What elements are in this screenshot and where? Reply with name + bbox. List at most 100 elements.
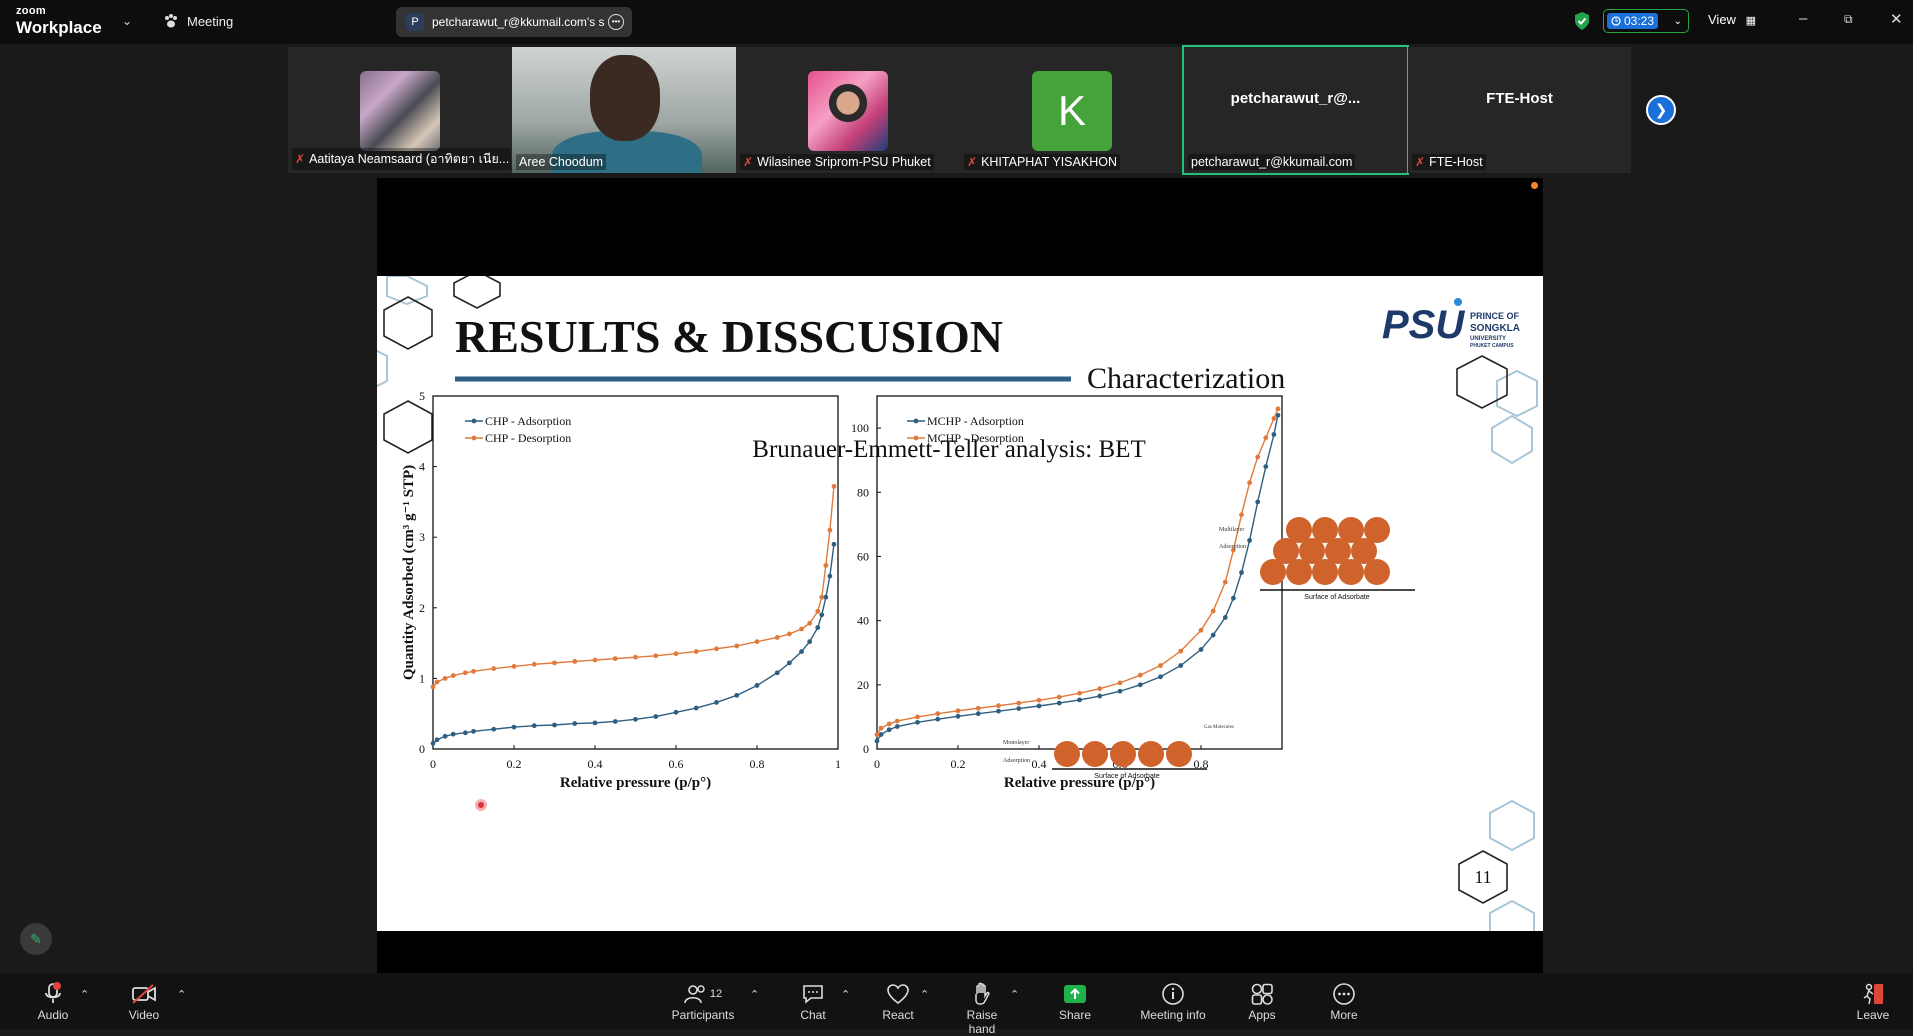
more-options-icon[interactable]: ••• (608, 14, 624, 30)
data-point (430, 684, 436, 690)
data-point (552, 722, 557, 728)
react-options-caret-icon[interactable]: ⌃ (920, 988, 929, 1001)
video-options-caret-icon[interactable]: ⌃ (177, 988, 186, 1001)
chat-button[interactable]: Chat (795, 982, 831, 1022)
legend-swatch-marker (913, 435, 919, 441)
chat-options-caret-icon[interactable]: ⌃ (841, 988, 850, 1001)
data-point (815, 608, 821, 614)
psu-logo-line3: UNIVERSITY (1470, 336, 1506, 342)
participant-tile[interactable]: ✗ Aatitaya Neamsaard (อาทิตยา เนีย... (288, 47, 511, 173)
data-point (1231, 595, 1236, 601)
page-number-badge: 11 (1458, 850, 1508, 904)
chevron-down-icon[interactable]: ⌄ (1674, 16, 1682, 27)
meeting-timer[interactable]: 03:23 ⌄ (1603, 9, 1689, 33)
participant-tile[interactable]: FTE-Host ✗ FTE-Host (1408, 47, 1631, 173)
data-point (1016, 706, 1022, 711)
zoom-workplace-logo[interactable]: zoom Workplace (16, 6, 102, 37)
participant-tile[interactable]: ✗ Wilasinee Sriprom-PSU Phuket (736, 47, 959, 173)
audio-options-caret-icon[interactable]: ⌃ (80, 988, 89, 1001)
participants-button[interactable]: 12 Participants (668, 982, 738, 1022)
share-screen-icon (1064, 985, 1086, 1003)
raise-hand-options-caret-icon[interactable]: ⌃ (1010, 988, 1019, 1001)
data-point (633, 654, 638, 660)
participant-tile-active-speaker[interactable]: petcharawut_r@... petcharawut_r@kkumail.… (1182, 45, 1409, 175)
participant-name: FTE-Host (1429, 155, 1483, 169)
view-menu[interactable]: View ▦ (1708, 12, 1756, 27)
inset-monolayer-label2: Adsorption (1003, 758, 1030, 764)
data-point (1117, 688, 1123, 694)
data-point (1263, 464, 1269, 469)
page-number: 11 (1474, 867, 1491, 887)
inset-multilayer-surface: Surface of Adsorbate (1304, 594, 1369, 601)
apps-button[interactable]: Apps (1247, 982, 1277, 1022)
sharer-label: petcharawut_r@kkumail.com's s (432, 15, 605, 29)
shared-slide: RESULTS & DISSCUSION Characterization Br… (377, 276, 1543, 931)
react-button[interactable]: React (878, 982, 918, 1022)
data-point (572, 721, 578, 726)
mic-muted-icon: ✗ (295, 152, 306, 166)
leave-label: Leave (1856, 1008, 1890, 1022)
data-point (714, 700, 719, 705)
participants-options-caret-icon[interactable]: ⌃ (750, 988, 759, 1001)
mic-muted-icon: ✗ (967, 155, 978, 169)
y-tick-label: 2 (419, 601, 425, 615)
restore-icon[interactable]: ⧉ (1844, 12, 1853, 27)
participant-name-label: ✗ Aatitaya Neamsaard (อาทิตยา เนีย... (292, 148, 511, 170)
data-point (1247, 480, 1252, 486)
molecule-circle (1286, 517, 1312, 543)
data-point (463, 730, 468, 736)
audio-button[interactable]: Audio (33, 982, 73, 1022)
participants-count: 12 (709, 988, 723, 1000)
leave-button[interactable]: Leave (1856, 982, 1890, 1022)
data-point (1271, 432, 1277, 437)
data-point (450, 673, 456, 678)
shield-check-icon[interactable] (1573, 11, 1591, 31)
data-point (592, 720, 598, 726)
video-off-icon (132, 984, 156, 1004)
share-button[interactable]: Share (1058, 982, 1092, 1022)
data-point (915, 714, 920, 720)
psu-logo-line4: PHUKET CAMPUS (1470, 343, 1514, 349)
more-label: More (1330, 1008, 1358, 1022)
participant-video-tile[interactable]: Aree Choodum (512, 47, 736, 173)
meeting-menu[interactable]: Meeting (163, 13, 233, 29)
video-button[interactable]: Video (124, 982, 164, 1022)
screen-share-indicator[interactable]: P petcharawut_r@kkumail.com's s ••• (396, 7, 632, 37)
next-page-button[interactable]: ❯ (1646, 95, 1676, 125)
data-point (1056, 694, 1062, 700)
meeting-info-button[interactable]: Meeting info (1137, 982, 1209, 1022)
inset-multilayer-label: Multilayer (1219, 527, 1244, 533)
molecule-circle (1110, 741, 1136, 767)
close-icon[interactable]: ✕ (1890, 10, 1903, 28)
y-tick-label: 0 (419, 742, 425, 756)
data-point (799, 649, 804, 654)
apps-label: Apps (1248, 1008, 1276, 1022)
chevron-down-icon[interactable]: ⌄ (122, 14, 132, 28)
participant-tile[interactable]: K ✗ KHITAPHAT YISAKHON (960, 47, 1183, 173)
grid-icon: ▦ (1745, 15, 1756, 27)
data-point (1263, 435, 1269, 441)
timer-value-box: 03:23 (1607, 13, 1659, 29)
participant-name: Aree Choodum (516, 154, 607, 170)
inset-monolayer-label: Monolayer (1003, 740, 1029, 746)
x-tick-label: 0.4 (1032, 757, 1047, 771)
monolayer-molecules (1054, 741, 1192, 767)
data-point (1247, 538, 1252, 543)
more-button[interactable]: More (1329, 982, 1359, 1022)
legend-swatch-marker (471, 435, 477, 441)
series-line (432, 544, 835, 744)
participant-name-label: ✗ FTE-Host (1412, 154, 1486, 170)
minimize-icon[interactable]: – (1799, 10, 1807, 27)
data-point (955, 713, 961, 719)
apps-icon (1251, 983, 1273, 1005)
legend-entry: MCHP - Desorption (927, 431, 1024, 445)
data-point (1255, 454, 1261, 460)
data-point (673, 709, 679, 715)
raise-hand-button[interactable]: Raise hand (952, 982, 1012, 1036)
chevron-right-icon: ❯ (1654, 102, 1668, 119)
slide-subtitle: Characterization (1087, 362, 1285, 395)
data-point (787, 660, 792, 666)
data-point (1056, 700, 1062, 706)
annotate-pen-button[interactable]: ✎ (20, 923, 52, 955)
raise-hand-label: Raise hand (966, 1008, 998, 1036)
